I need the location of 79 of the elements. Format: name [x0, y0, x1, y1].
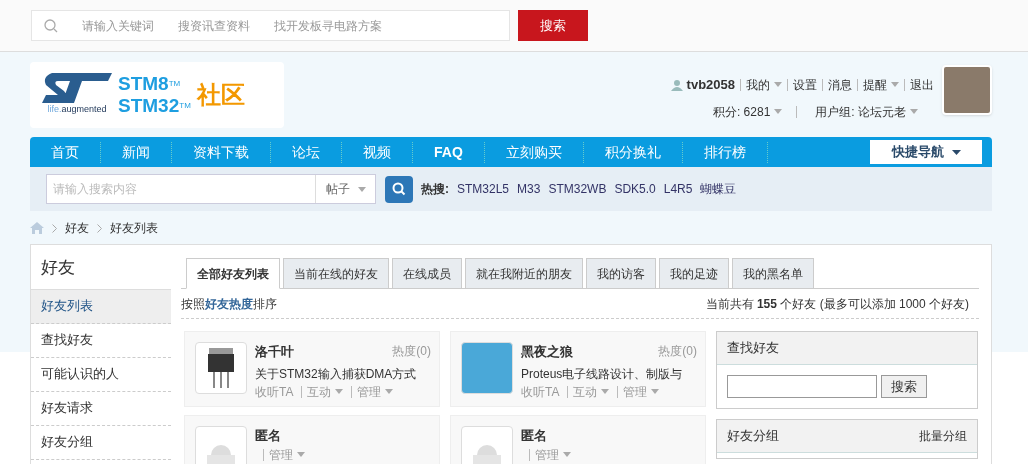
- username-link[interactable]: tvb2058: [686, 75, 735, 95]
- breadcrumb-link[interactable]: 好友: [65, 219, 89, 237]
- photo-placeholder[interactable]: [461, 342, 513, 394]
- caret-icon: [774, 109, 783, 114]
- trademark-mark: TM: [179, 101, 191, 110]
- home-icon: [30, 222, 44, 234]
- content-search-field[interactable]: 请输入搜索内容 帖子: [46, 174, 376, 204]
- quick-nav-button[interactable]: 快捷导航: [870, 140, 982, 164]
- logo-text: STM8: [118, 73, 169, 94]
- tab[interactable]: 我的黑名单: [732, 258, 814, 289]
- search-hint: 找开发板寻电路方案: [274, 17, 382, 35]
- caret-icon: [910, 109, 918, 114]
- user-menu-link[interactable]: 退出: [904, 78, 934, 91]
- caret-icon: [357, 186, 366, 192]
- batch-group-link[interactable]: 批量分组: [919, 427, 967, 445]
- friend-name[interactable]: 洛千叶: [255, 342, 294, 362]
- find-friend-input[interactable]: [727, 375, 877, 398]
- friend-name[interactable]: 匿名: [521, 426, 547, 446]
- user-avatar[interactable]: [942, 65, 992, 115]
- tab[interactable]: 我的足迹: [659, 258, 729, 289]
- search-button[interactable]: 搜索: [518, 10, 588, 41]
- hot-search-link[interactable]: 蝴蝶豆: [700, 180, 737, 198]
- caret-icon: [563, 452, 571, 457]
- caret-icon: [774, 82, 782, 88]
- friend-count: 当前共有 155 个好友 (最多可以添加 1000 个好友): [705, 295, 969, 313]
- heat-score: 热度(0): [658, 343, 697, 360]
- friend-status: 关于STM32输入捕获DMA方式: [255, 365, 418, 383]
- tab[interactable]: 就在我附近的朋友: [465, 258, 583, 289]
- st-logo-icon: [42, 73, 112, 104]
- hot-search-link[interactable]: STM32L5: [457, 180, 510, 198]
- tab[interactable]: 在线成员: [392, 258, 462, 289]
- hot-search-link[interactable]: SDK5.0: [614, 180, 656, 198]
- heat-score: 热度(0): [392, 343, 431, 360]
- sidebar-item[interactable]: 好友列表: [31, 289, 171, 324]
- caret-icon: [297, 452, 305, 457]
- caret-icon: [651, 389, 660, 394]
- user-menu-link[interactable]: 我的: [740, 78, 782, 91]
- logo-text: 社区: [196, 80, 245, 110]
- tab[interactable]: 当前在线的好友: [283, 258, 389, 289]
- trademark-mark: TM: [168, 79, 181, 88]
- user-menu-link[interactable]: 设置: [787, 78, 817, 91]
- user-group-link[interactable]: 用户组: 论坛元老: [796, 105, 918, 118]
- sort-note: 按照好友热度排序: [181, 295, 277, 313]
- logo-tagline: life.augmented: [47, 104, 107, 115]
- hot-search-label: 热搜:: [421, 181, 449, 198]
- search-input[interactable]: 请输入搜索内容: [47, 180, 315, 198]
- friend-name[interactable]: 黑夜之狼: [521, 342, 573, 362]
- search-icon: [392, 182, 406, 196]
- logo-text: STM32: [118, 95, 180, 116]
- panel-title: 查找好友: [717, 332, 977, 365]
- tab[interactable]: 全部好友列表: [186, 258, 280, 289]
- hot-search-link[interactable]: L4R5: [663, 180, 693, 198]
- chip-avatar[interactable]: [195, 342, 247, 394]
- scope-select[interactable]: 帖子: [315, 175, 375, 203]
- caret-icon: [891, 82, 899, 88]
- friend-status: Proteus电子线路设计、制版与: [521, 365, 684, 383]
- search-button[interactable]: [385, 175, 413, 203]
- points-link[interactable]: 积分: 6281: [712, 102, 783, 121]
- find-friend-button[interactable]: 搜索: [881, 375, 927, 398]
- caret-icon: [385, 389, 394, 394]
- caret-icon: [601, 389, 610, 394]
- search-icon: [44, 18, 58, 33]
- user-menu-link[interactable]: 消息: [822, 78, 852, 91]
- user-icon: [670, 78, 683, 91]
- caret-icon: [335, 389, 344, 394]
- hot-search-link[interactable]: STM32WB: [548, 180, 607, 198]
- panel-title: 好友分组: [727, 427, 779, 446]
- chip-icon: [206, 348, 236, 388]
- search-hint: 搜资讯查资料: [178, 17, 250, 35]
- chevron-icon: [97, 223, 102, 233]
- sidebar-title: 好友: [31, 245, 171, 290]
- caret-icon: [951, 149, 961, 155]
- hot-search-link[interactable]: M33: [517, 180, 541, 198]
- user-menu-link[interactable]: 提醒: [857, 78, 899, 91]
- breadcrumb-link[interactable]: 好友列表: [110, 219, 158, 237]
- search-hint: 请输入关键词: [82, 17, 154, 35]
- tab[interactable]: 我的访客: [586, 258, 656, 289]
- friend-name[interactable]: 匿名: [255, 426, 281, 446]
- chevron-icon: [52, 223, 57, 233]
